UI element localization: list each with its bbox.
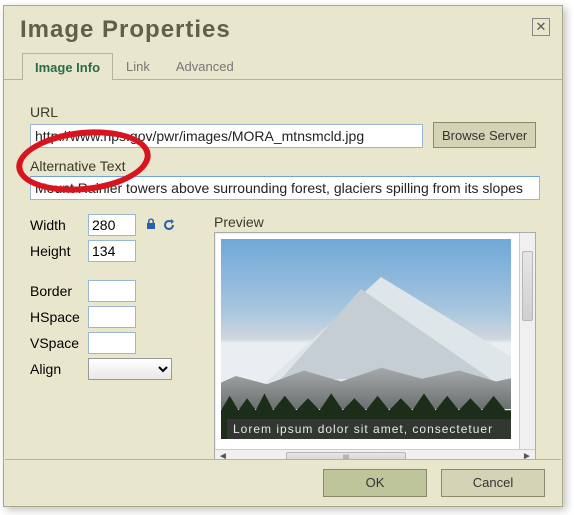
preview-box: Lorem ipsum dolor sit amet, consectetuer…	[214, 232, 536, 466]
preview-label: Preview	[214, 214, 536, 230]
image-properties-dialog: Image Properties ✕ Image Info Link Advan…	[3, 5, 563, 507]
dialog-title: Image Properties	[4, 6, 562, 52]
border-label: Border	[30, 283, 82, 299]
ok-button[interactable]: OK	[323, 469, 427, 497]
url-input[interactable]	[30, 124, 423, 148]
height-label: Height	[30, 243, 82, 259]
align-label: Align	[30, 361, 82, 377]
hspace-input[interactable]	[88, 306, 136, 328]
hspace-label: HSpace	[30, 309, 82, 325]
tabs: Image Info Link Advanced	[4, 52, 562, 80]
cancel-button[interactable]: Cancel	[441, 469, 545, 497]
lock-ratio-icon[interactable]	[146, 218, 156, 233]
close-button[interactable]: ✕	[532, 18, 550, 36]
alt-text-input[interactable]	[30, 176, 540, 200]
tab-image-info[interactable]: Image Info	[22, 53, 113, 80]
preview-caption: Lorem ipsum dolor sit amet, consectetuer	[227, 419, 511, 439]
width-input[interactable]	[88, 214, 136, 236]
vspace-label: VSpace	[30, 335, 82, 351]
border-input[interactable]	[88, 280, 136, 302]
alt-text-label: Alternative Text	[30, 158, 536, 174]
url-label: URL	[30, 104, 536, 120]
vertical-scrollbar[interactable]	[519, 233, 535, 449]
height-input[interactable]	[88, 240, 136, 262]
reset-size-icon[interactable]	[162, 218, 176, 232]
align-select[interactable]	[88, 358, 172, 380]
tab-link[interactable]: Link	[113, 52, 163, 79]
browse-server-button[interactable]: Browse Server	[433, 122, 536, 148]
width-label: Width	[30, 217, 82, 233]
preview-image: Lorem ipsum dolor sit amet, consectetuer	[221, 239, 511, 439]
vspace-input[interactable]	[88, 332, 136, 354]
tab-advanced[interactable]: Advanced	[163, 52, 247, 79]
